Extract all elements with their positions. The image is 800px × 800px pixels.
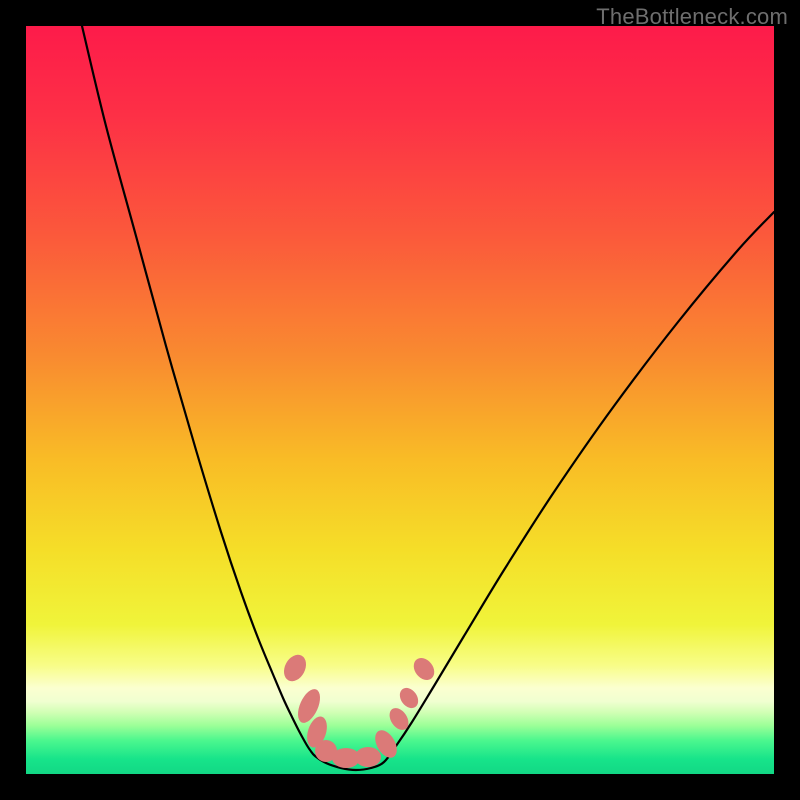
chart-svg	[26, 26, 774, 774]
outer-frame: TheBottleneck.com	[0, 0, 800, 800]
marker-floor-c	[355, 747, 381, 767]
gradient-background	[26, 26, 774, 774]
plot-area	[26, 26, 774, 774]
watermark-text: TheBottleneck.com	[596, 4, 788, 30]
